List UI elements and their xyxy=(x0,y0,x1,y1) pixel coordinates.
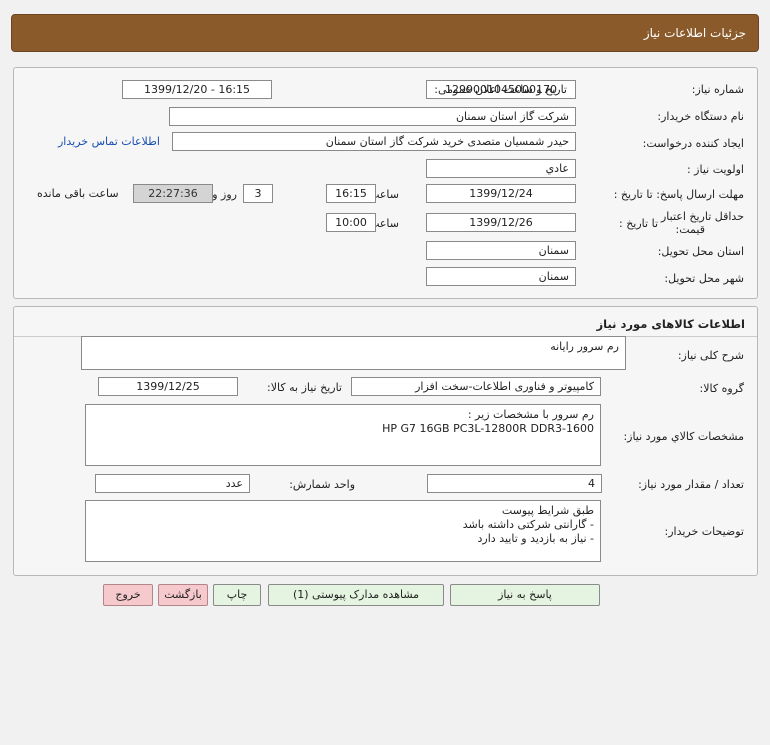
specs-line-1: رم سرور با مشخصات زیر : xyxy=(467,408,594,421)
requester-label: ایجاد کننده درخواست: xyxy=(642,137,744,150)
notes-field: طبق شرایط پیوست - گارانتی شرکتی داشته با… xyxy=(85,500,601,562)
notes-line-2: - گارانتی شرکتی داشته باشد xyxy=(462,518,594,531)
priority-label: اولویت نیاز : xyxy=(686,163,744,176)
price-valid-to-label: تا تاریخ : xyxy=(619,217,658,230)
announce-field: 1399/12/20 - 16:15 xyxy=(122,80,272,99)
notes-line-3: - نیاز به بازدید و تایید دارد xyxy=(477,532,594,545)
province-field: سمنان xyxy=(426,241,576,260)
days-field: 3 xyxy=(243,184,273,203)
back-button[interactable]: بازگشت xyxy=(158,584,208,606)
group-field: کامپیوتر و فناوری اطلاعات-سخت افزار xyxy=(351,377,601,396)
buyer-org-label: نام دستگاه خریدار: xyxy=(657,110,744,123)
specs-field: رم سرور با مشخصات زیر : HP G7 16GB PC3L-… xyxy=(85,404,601,466)
goods-panel: اطلاعات کالاهای مورد نیاز شرح کلی نیاز: … xyxy=(13,306,758,576)
need-date-label: تاریخ نیاز به کالا: xyxy=(267,381,342,394)
summary-label: شرح کلی نیاز: xyxy=(677,349,744,362)
specs-label: مشخصات کالاي مورد نیاز: xyxy=(623,430,744,443)
unit-field: عدد xyxy=(95,474,250,493)
notes-line-1: طبق شرایط پیوست xyxy=(501,504,594,517)
print-button[interactable]: چاپ xyxy=(213,584,261,606)
price-valid-label: حداقل تاریخ اعتبار xyxy=(660,210,744,223)
city-field: سمنان xyxy=(426,267,576,286)
notes-label: توضیحات خریدار: xyxy=(664,525,745,538)
price-valid-date-field: 1399/12/26 xyxy=(426,213,576,232)
remaining-time-field: 22:27:36 xyxy=(133,184,213,203)
need-number-label: شماره نیاز: xyxy=(691,83,744,96)
page-header: جزئیات اطلاعات نیاز xyxy=(11,14,759,52)
priority-field: عادي xyxy=(426,159,576,178)
city-label: شهر محل تحویل: xyxy=(664,272,744,285)
qty-field: 4 xyxy=(427,474,602,493)
province-label: استان محل تحویل: xyxy=(657,245,744,258)
deadline-date-field: 1399/12/24 xyxy=(426,184,576,203)
deadline-time-field: 16:15 xyxy=(326,184,376,203)
exit-button[interactable]: خروج xyxy=(103,584,153,606)
summary-field: رم سرور رایانه xyxy=(81,336,626,370)
remaining-label: ساعت باقی مانده xyxy=(37,187,119,200)
reply-button[interactable]: پاسخ به نیاز xyxy=(450,584,600,606)
requester-field: حیدر شمسیان متصدی خرید شرکت گاز استان سم… xyxy=(172,132,576,151)
goods-section-title: اطلاعات کالاهای مورد نیاز xyxy=(596,317,745,331)
price-valid-time-field: 10:00 xyxy=(326,213,376,232)
buyer-org-field: شرکت گاز استان سمنان xyxy=(169,107,576,126)
price-valid-label-2: قیمت: xyxy=(675,223,705,236)
buyer-contact-link[interactable]: اطلاعات تماس خریدار xyxy=(58,135,160,148)
specs-line-2: HP G7 16GB PC3L-12800R DDR3-1600 xyxy=(382,422,594,435)
days-label: روز و xyxy=(212,188,237,201)
page-title: جزئیات اطلاعات نیاز xyxy=(643,26,746,40)
deadline-label: مهلت ارسال پاسخ: تا تاریخ : xyxy=(613,188,744,201)
attachments-button[interactable]: مشاهده مدارک پیوستی (1) xyxy=(268,584,444,606)
announce-label: تاریخ و ساعت اعلان عمومی: xyxy=(434,83,567,96)
summary-text: رم سرور رایانه xyxy=(550,340,619,353)
need-date-field: 1399/12/25 xyxy=(98,377,238,396)
need-info-panel: شماره نیاز: 1299001045000170 تاریخ و ساع… xyxy=(13,67,758,299)
qty-label: تعداد / مقدار مورد نیاز: xyxy=(638,478,744,491)
unit-label: واحد شمارش: xyxy=(289,478,355,491)
group-label: گروه کالا: xyxy=(699,382,744,395)
